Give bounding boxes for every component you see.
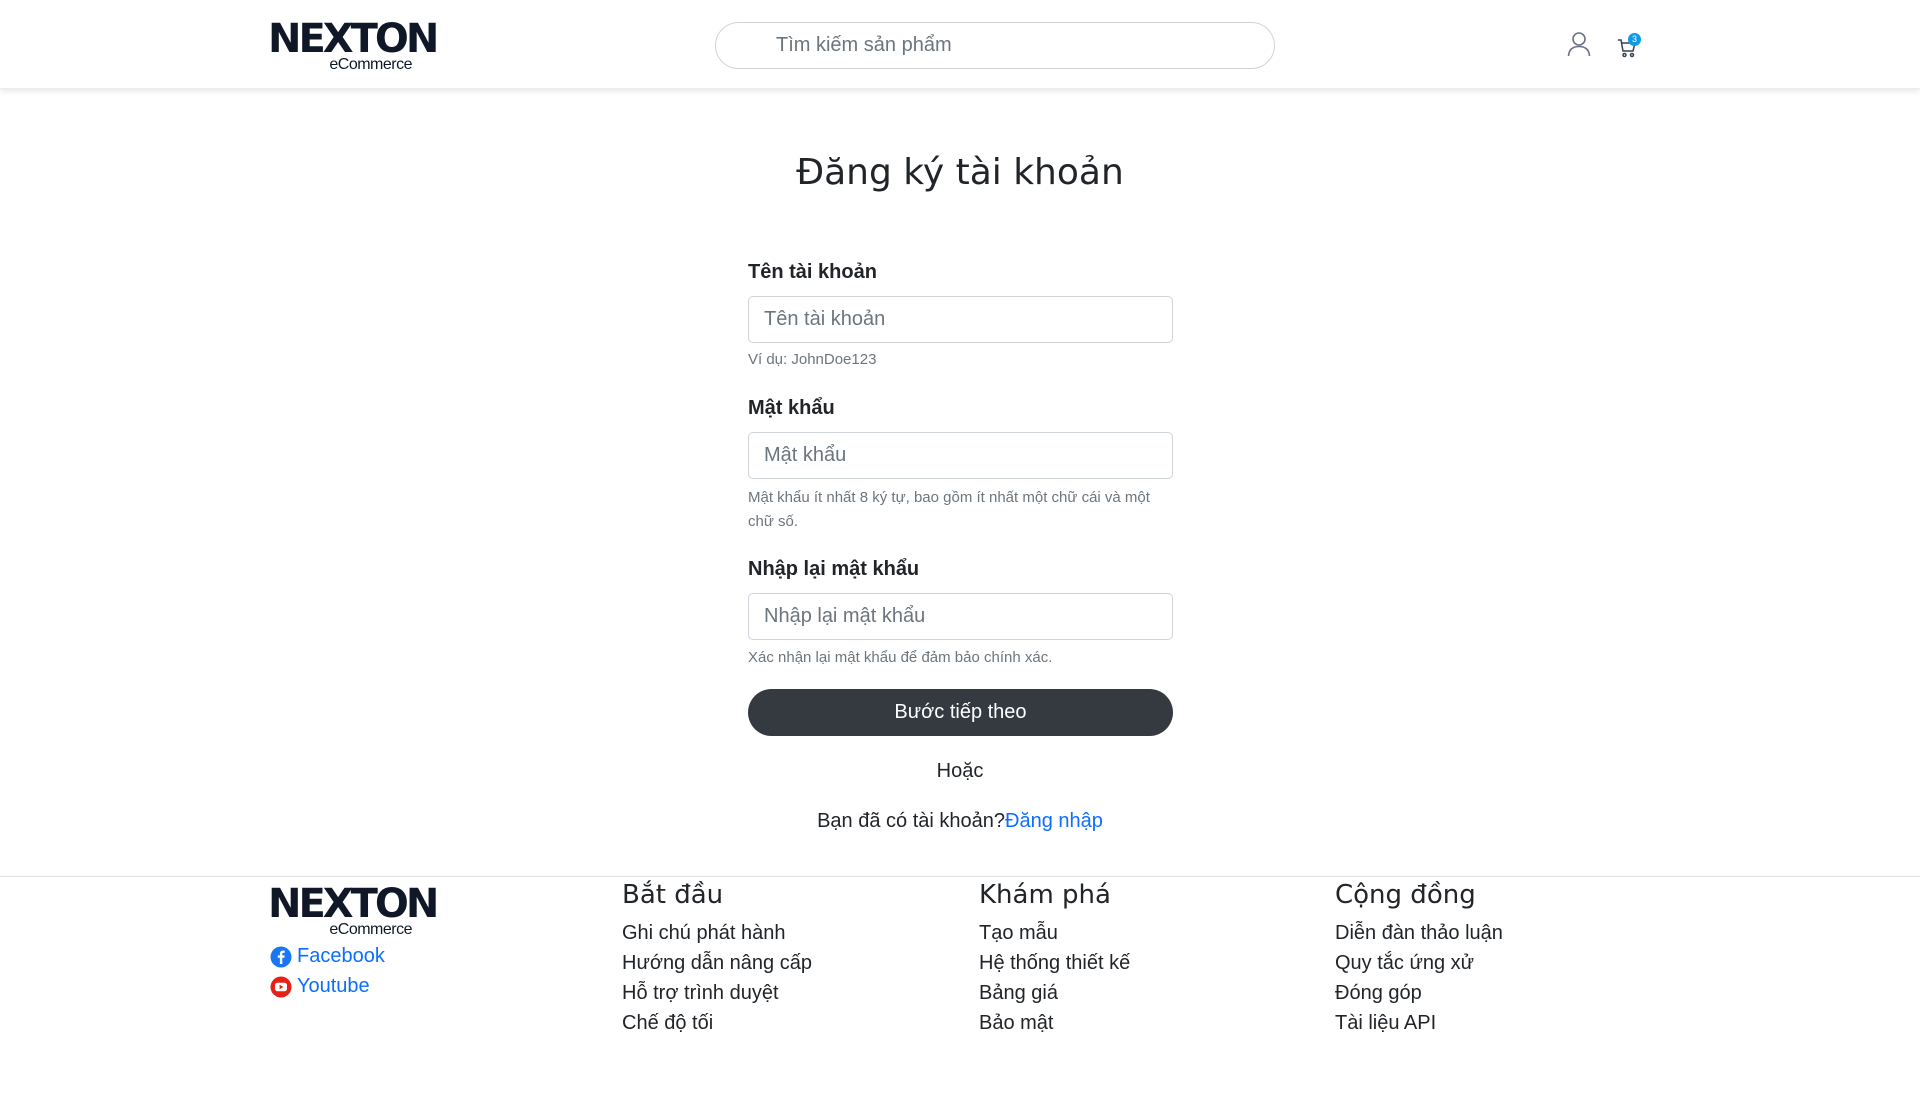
user-icon[interactable] (1567, 31, 1591, 57)
footer-link-release-notes[interactable]: Ghi chú phát hành (622, 922, 785, 945)
have-account-text: Bạn đã có tài khoản? (817, 810, 1006, 832)
username-label: Tên tài khoản (748, 261, 877, 283)
search-box (715, 22, 1275, 69)
footer: NEXTON eCommerce Facebook Youtube Bắt đầ… (0, 876, 1920, 1112)
confirm-password-input[interactable] (748, 593, 1173, 640)
footer-brand-name: NEXTON (268, 881, 439, 927)
login-link[interactable]: Đăng nhập (1005, 810, 1103, 832)
footer-link-pricing[interactable]: Bảng giá (979, 982, 1058, 1005)
footer-link-api-docs[interactable]: Tài liệu API (1335, 1012, 1436, 1035)
cart-count-badge: 3 (1628, 33, 1641, 46)
next-step-button[interactable]: Bước tiếp theo (748, 689, 1173, 736)
footer-link-code-of-conduct[interactable]: Quy tắc ứng xử (1335, 952, 1474, 975)
footer-col-community-title: Cộng đồng (1335, 880, 1476, 910)
youtube-link[interactable]: Youtube (270, 975, 370, 998)
youtube-icon (270, 976, 292, 997)
login-prompt: Bạn đã có tài khoản?Đăng nhập (0, 810, 1920, 833)
confirm-password-label: Nhập lại mật khẩu (748, 558, 920, 580)
confirm-password-hint: Xác nhận lại mật khẩu để đảm bảo chính x… (748, 649, 1053, 666)
facebook-label: Facebook (297, 945, 385, 967)
footer-link-upgrade-guide[interactable]: Hướng dẫn nâng cấp (622, 952, 812, 975)
footer-link-contributing[interactable]: Đóng góp (1335, 982, 1422, 1005)
youtube-label: Youtube (297, 975, 370, 997)
footer-link-browser-support[interactable]: Hỗ trợ trình duyệt (622, 982, 779, 1005)
username-hint: Ví dụ: JohnDoe123 (748, 351, 877, 368)
username-input[interactable] (748, 296, 1173, 343)
password-hint: Mật khẩu ít nhất 8 ký tự, bao gồm ít nhấ… (748, 489, 1150, 530)
footer-link-discussion-forum[interactable]: Diễn đàn thảo luận (1335, 922, 1503, 945)
facebook-icon (270, 946, 292, 967)
password-input[interactable] (748, 432, 1173, 479)
footer-col-getting-started-title: Bắt đầu (622, 880, 724, 910)
or-divider-text: Hoặc (936, 760, 984, 782)
page-title: Đăng ký tài khoản (796, 152, 1124, 193)
footer-col-explore-title: Khám phá (979, 880, 1111, 910)
brand-logo[interactable]: NEXTON eCommerce (268, 16, 439, 73)
footer-link-prototyping[interactable]: Tạo mẫu (979, 922, 1058, 945)
search-input[interactable] (716, 23, 1274, 68)
footer-link-design-system[interactable]: Hệ thống thiết kế (979, 952, 1130, 975)
brand-name: NEXTON (268, 16, 439, 62)
footer-link-security[interactable]: Bảo mật (979, 1012, 1053, 1035)
facebook-link[interactable]: Facebook (270, 945, 385, 968)
password-label: Mật khẩu (748, 397, 835, 419)
top-navbar: NEXTON eCommerce 3 (0, 0, 1920, 89)
footer-brand-logo[interactable]: NEXTON eCommerce (268, 881, 439, 938)
footer-link-dark-mode[interactable]: Chế độ tối (622, 1012, 713, 1035)
